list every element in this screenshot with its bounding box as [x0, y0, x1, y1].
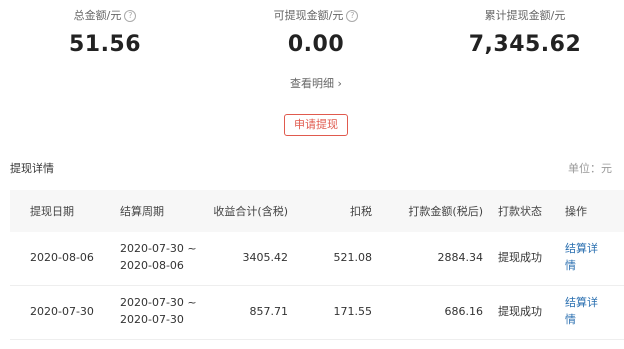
withdraw-date: 2020-08-06 — [30, 251, 94, 264]
cumulative-withdrawal-stat: 累计提现金额/元 7,345.62 — [425, 8, 624, 57]
period-end: 2020-07-30 — [120, 313, 184, 326]
income-total: 3405.42 — [242, 251, 289, 264]
withdrawable-amount-value: 0.00 — [287, 32, 345, 57]
help-icon[interactable]: ? — [346, 10, 359, 22]
total-amount-label: 总金额/元 — [73, 9, 122, 22]
total-amount-stat: 总金额/元? 51.56 — [5, 8, 205, 57]
settlement-details-link[interactable]: 结算详 — [565, 295, 598, 311]
header-status: 打款状态 — [498, 205, 542, 218]
period-start: 2020-07-30 ~ — [120, 296, 197, 309]
cumulative-withdrawal-label: 累计提现金额/元 — [484, 9, 566, 22]
header-action: 操作 — [565, 205, 587, 218]
tax-amount: 171.55 — [333, 305, 373, 318]
payout-amount: 2884.34 — [437, 251, 484, 264]
section-title: 提现详情 — [10, 162, 54, 175]
view-details-link[interactable]: 查看明细 › — [0, 75, 624, 91]
settlement-details-link[interactable]: 情 — [565, 312, 576, 328]
help-icon[interactable]: ? — [124, 10, 137, 22]
withdraw-date: 2020-07-30 — [30, 305, 94, 318]
period-end: 2020-08-06 — [120, 259, 184, 272]
cumulative-withdrawal-value: 7,345.62 — [468, 32, 582, 57]
withdrawable-amount-stat: 可提现金额/元? 0.00 — [216, 8, 416, 57]
settlement-details-link[interactable]: 情 — [565, 258, 576, 274]
apply-withdrawal-button[interactable]: 申请提现 — [284, 114, 348, 136]
tax-amount: 521.08 — [333, 251, 373, 264]
header-date: 提现日期 — [30, 205, 74, 218]
header-tax: 扣税 — [350, 205, 372, 218]
total-amount-value: 51.56 — [68, 32, 142, 57]
unit-label: 单位：元 — [568, 162, 612, 175]
income-total: 857.71 — [249, 305, 289, 318]
period-start: 2020-07-30 ~ — [120, 242, 197, 255]
payout-status: 提现成功 — [498, 251, 542, 264]
withdrawable-amount-label: 可提现金额/元 — [273, 9, 344, 22]
table-row: 2020-08-06 2020-07-30 ~ 2020-08-06 3405.… — [10, 232, 624, 286]
header-period: 结算周期 — [120, 205, 164, 218]
settlement-details-link[interactable]: 结算详 — [565, 241, 598, 257]
header-income: 收益合计(含税) — [213, 205, 288, 218]
table-row: 2020-07-30 2020-07-30 ~ 2020-07-30 857.7… — [10, 286, 624, 340]
header-payout: 打款金额(税后) — [408, 205, 483, 218]
payout-status: 提现成功 — [498, 305, 542, 318]
payout-amount: 686.16 — [444, 305, 484, 318]
table-header: 提现日期 结算周期 收益合计(含税) 扣税 打款金额(税后) 打款状态 操作 — [10, 190, 624, 232]
